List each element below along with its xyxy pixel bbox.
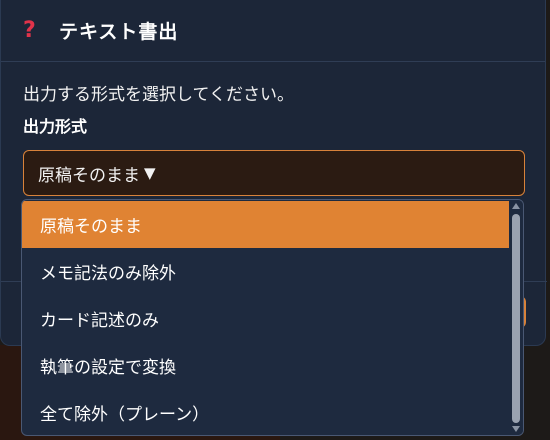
option-exclude-all[interactable]: 全て除外（プレーン） [22,389,510,435]
scroll-thumb[interactable] [512,214,520,423]
format-dropdown-list: 原稿そのまま メモ記法のみ除外 カード記述のみ 執筆の設定で変換 全て除外（プレ… [21,199,524,436]
dialog-title: テキスト書出 [59,21,179,43]
question-mark-icon: ? [23,18,36,43]
option-original[interactable]: 原稿そのまま [22,201,510,248]
option-label: カード記述のみ [40,311,159,331]
scrollbar[interactable] [509,200,523,435]
option-label: メモ記法のみ除外 [40,264,176,284]
option-convert-settings[interactable]: 執筆の設定で変換 [22,342,510,389]
output-format-label: 出力形式 [23,117,88,136]
option-label: 全て除外（プレーン） [40,405,210,425]
scroll-down-arrow-icon[interactable] [512,426,520,432]
chevron-down-icon: ▼ [144,164,156,182]
option-label: 原稿そのまま [40,217,142,237]
dialog-description: 出力する形式を選択してください。 [23,85,294,105]
dialog-header: ? テキスト書出 [1,0,545,62]
select-value: 原稿そのまま [38,165,140,186]
option-cards-only[interactable]: カード記述のみ [22,295,510,342]
option-exclude-memo[interactable]: メモ記法のみ除外 [22,248,510,295]
output-format-select[interactable]: 原稿そのまま ▼ [23,150,525,196]
option-label: 執筆の設定で変換 [40,358,176,378]
dialog-body: 出力する形式を選択してください。 出力形式 原稿そのまま ▼ [1,62,545,196]
scroll-up-arrow-icon[interactable] [512,203,520,209]
